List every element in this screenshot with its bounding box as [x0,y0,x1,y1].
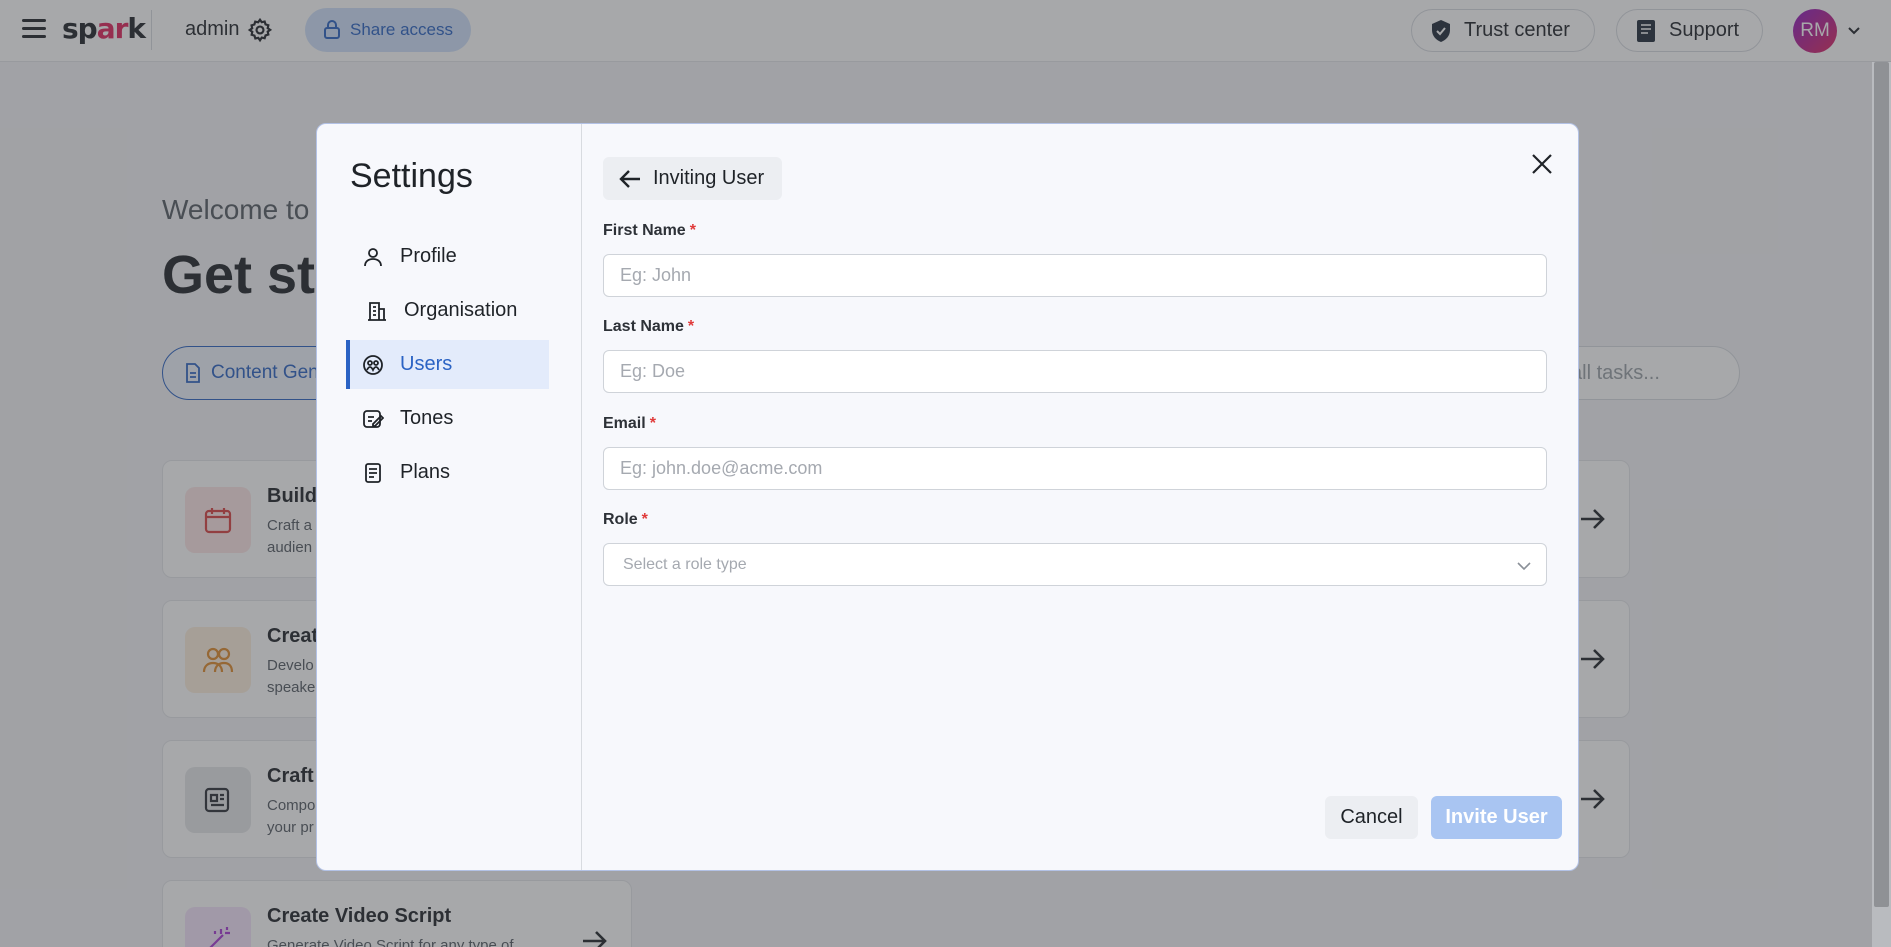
required-mark: * [687,318,695,335]
label-text: First Name [603,222,686,239]
email-field[interactable] [603,447,1547,490]
invite-user-button[interactable]: Invite User [1431,796,1562,839]
person-icon [364,247,382,266]
settings-nav-label: Plans [400,461,451,483]
invite-user-panel: Inviting User First Name* Last Name* Ema… [582,124,1578,870]
cancel-button[interactable]: Cancel [1325,796,1418,839]
arrow-left-icon [619,169,640,188]
settings-nav-profile[interactable]: Profile [346,232,549,281]
tones-icon [363,409,384,428]
label-text: Role [603,511,638,528]
scrollbar-thumb[interactable] [1874,62,1889,907]
role-select[interactable]: Select a role type [603,543,1547,586]
required-mark: * [641,511,648,528]
settings-nav-tones[interactable]: Tones [346,394,549,443]
settings-nav-label: Tones [400,407,454,429]
settings-modal: Settings Profile Organisation Users Tone… [316,123,1579,871]
settings-nav-users[interactable]: Users [346,340,549,389]
required-mark: * [649,415,656,432]
last-name-label: Last Name * [603,318,694,336]
users-icon [363,354,383,375]
settings-nav-organisation[interactable]: Organisation [346,286,549,335]
settings-nav-plans[interactable]: Plans [346,448,549,497]
settings-sidebar: Settings Profile Organisation Users Tone… [317,124,582,870]
email-label: Email * [603,415,656,433]
settings-nav-label: Users [400,353,453,375]
document-icon [365,462,381,483]
label-text: Email [603,415,646,432]
first-name-field[interactable] [603,254,1547,297]
required-mark: * [689,222,696,239]
page-scrollbar[interactable] [1872,62,1891,947]
close-icon[interactable] [1529,151,1555,177]
settings-nav-label: Profile [400,245,457,267]
label-text: Last Name [603,318,684,335]
back-button-label: Inviting User [653,167,765,189]
back-button[interactable]: Inviting User [603,157,782,200]
role-select-placeholder: Select a role type [623,555,747,573]
settings-title: Settings [350,157,473,195]
role-label: Role * [603,511,648,529]
last-name-field[interactable] [603,350,1547,393]
building-icon [368,301,386,321]
chevron-down-icon [1517,562,1531,571]
settings-nav-label: Organisation [404,299,518,321]
first-name-label: First Name * [603,222,696,240]
